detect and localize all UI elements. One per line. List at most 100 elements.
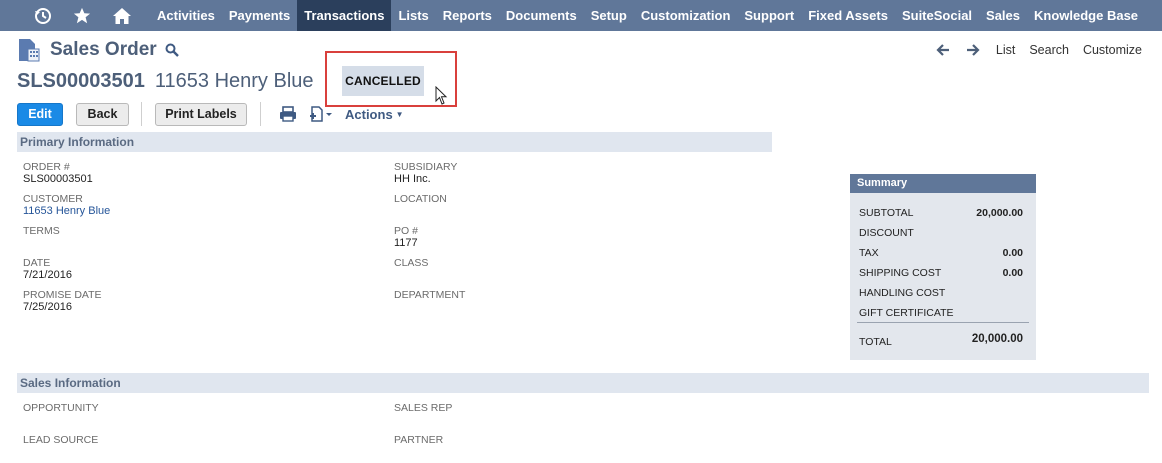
tax-label: TAX [859,247,879,259]
nav-item-customization[interactable]: Customization [634,0,738,31]
promise-date-value: 7/25/2016 [23,301,72,313]
back-button[interactable]: Back [76,102,129,126]
order-number-label: ORDER # [23,161,70,173]
sales-rep-field: SALES REP [394,402,452,414]
subtotal-label: SUBTOTAL [859,207,914,219]
opportunity-field: OPPORTUNITY [23,402,99,414]
location-label: LOCATION [394,193,447,205]
print-labels-button[interactable]: Print Labels [155,102,247,126]
record-name: 11653 Henry Blue [154,70,314,92]
total-value: 20,000.00 [971,333,1023,345]
record-nav: List Search Customize [936,43,1142,57]
date-field: DATE 7/21/2016 [23,257,72,282]
primary-information-header[interactable]: Primary Information [17,132,772,152]
date-label: DATE [23,257,51,269]
summary-panel: Summary SUBTOTAL 20,000.00 DISCOUNT TAX … [850,174,1036,360]
class-label: CLASS [394,257,429,269]
summary-handling-row: HANDLING COST [859,287,1023,299]
actions-menu[interactable]: Actions ▼ [345,107,404,122]
arrow-right-icon[interactable] [966,44,980,56]
customize-link[interactable]: Customize [1083,43,1142,57]
chevron-down-icon: ▼ [395,109,404,119]
nav-item-suitesocial[interactable]: SuiteSocial [895,0,979,31]
shipping-cost-label: SHIPPING COST [859,267,942,279]
nav-item-documents[interactable]: Documents [499,0,584,31]
nav-item-activities[interactable]: Activities [150,0,222,31]
sales-information-header[interactable]: Sales Information [17,373,1149,393]
opportunity-label: OPPORTUNITY [23,402,99,414]
lead-source-label: LEAD SOURCE [23,434,99,446]
sales-rep-label: SALES REP [394,402,453,414]
partner-label: PARTNER [394,434,444,446]
department-field: DEPARTMENT [394,289,465,301]
summary-header: Summary [850,174,1036,193]
summary-shipping-row: SHIPPING COST 0.00 [859,267,1023,279]
search-link[interactable]: Search [1029,43,1069,57]
handling-cost-label: HANDLING COST [859,287,946,299]
page-title: Sales Order [50,39,157,60]
nav-item-transactions[interactable]: Transactions [297,0,392,31]
toolbar-divider [141,102,142,126]
customer-label: CUSTOMER [23,193,83,205]
shipping-cost-value: 0.00 [1002,267,1023,279]
summary-tax-row: TAX 0.00 [859,247,1023,259]
nav-item-support[interactable]: Support [737,0,801,31]
list-link[interactable]: List [996,43,1015,57]
title-row: Sales Order [18,38,179,62]
department-label: DEPARTMENT [394,289,466,301]
nav-menu: Activities Payments Transactions Lists Repor… [150,0,1145,31]
subsidiary-value: HH Inc. [394,173,431,185]
lead-source-field: LEAD SOURCE [23,434,98,446]
po-field: PO # 1177 [394,225,418,250]
arrow-left-icon[interactable] [936,44,950,56]
nav-item-setup[interactable]: Setup [584,0,634,31]
class-field: CLASS [394,257,428,269]
summary-subtotal-row: SUBTOTAL 20,000.00 [859,207,1023,219]
gift-certificate-label: GIFT CERTIFICATE [859,307,954,319]
order-number-value: SLS00003501 [23,173,93,185]
actions-label: Actions [345,106,393,122]
new-document-dropdown-icon[interactable] [309,105,333,123]
toolbar-divider [260,102,261,126]
sales-order-icon [19,39,40,62]
recent-icon[interactable] [24,0,62,31]
customer-link[interactable]: 11653 Henry Blue [23,205,110,218]
star-icon[interactable] [62,0,102,31]
mouse-cursor-icon [435,86,448,105]
tax-value: 0.00 [1002,247,1023,259]
promise-date-label: PROMISE DATE [23,289,102,301]
nav-item-knowledge-base[interactable]: Knowledge Base [1027,0,1145,31]
total-label: TOTAL [859,336,892,348]
subsidiary-label: SUBSIDIARY [394,161,458,173]
po-label: PO # [394,225,418,237]
location-field: LOCATION [394,193,447,205]
summary-discount-row: DISCOUNT [859,227,1023,239]
nav-item-sales[interactable]: Sales [979,0,1027,31]
subsidiary-field: SUBSIDIARY HH Inc. [394,161,457,186]
nav-item-lists[interactable]: Lists [391,0,435,31]
summary-total-row: TOTAL 20,000.00 [859,333,1023,348]
summary-gift-row: GIFT CERTIFICATE [859,307,1023,319]
terms-label: TERMS [23,225,60,237]
edit-button[interactable]: Edit [17,102,63,126]
print-icon[interactable] [279,106,297,122]
summary-divider [857,322,1029,323]
record-heading: SLS00003501 11653 Henry Blue [17,70,314,93]
po-value: 1177 [394,237,418,249]
order-number-field: ORDER # SLS00003501 [23,161,93,186]
promise-date-field: PROMISE DATE 7/25/2016 [23,289,102,314]
nav-item-payments[interactable]: Payments [222,0,297,31]
toolbar: Edit Back Print Labels Actions ▼ [17,102,404,126]
nav-item-fixed-assets[interactable]: Fixed Assets [801,0,895,31]
subtotal-value: 20,000.00 [976,207,1023,219]
date-value: 7/21/2016 [23,269,72,281]
discount-label: DISCOUNT [859,227,914,239]
partner-field: PARTNER [394,434,443,446]
status-badge: CANCELLED [342,66,424,96]
nav-item-reports[interactable]: Reports [436,0,499,31]
top-nav: Activities Payments Transactions Lists Repor… [0,0,1162,31]
customer-field: CUSTOMER 11653 Henry Blue [23,193,110,218]
search-icon[interactable] [165,43,179,57]
home-icon[interactable] [102,0,142,31]
record-id: SLS00003501 [17,70,145,92]
